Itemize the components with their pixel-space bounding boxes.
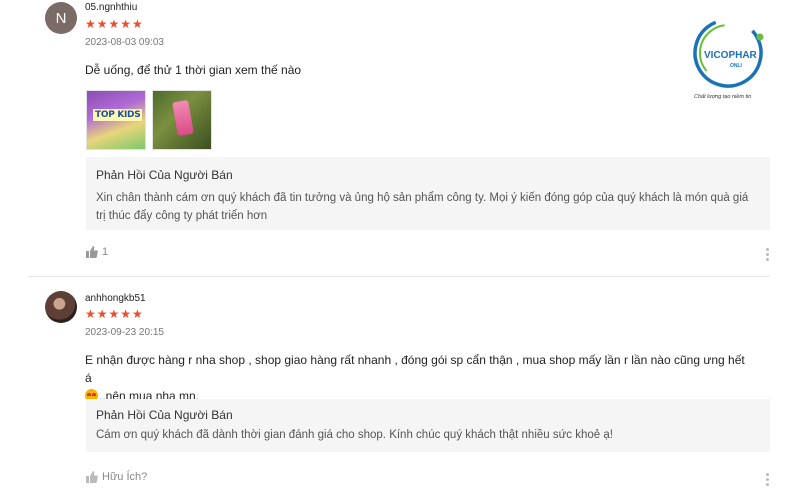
username[interactable]: 05.ngnhthiu bbox=[85, 2, 137, 13]
more-options-icon[interactable] bbox=[764, 247, 770, 262]
review-image[interactable]: TOP KIDS bbox=[86, 90, 146, 150]
reply-title: Phản Hồi Của Người Bán bbox=[96, 408, 233, 422]
product-pack-shape bbox=[172, 99, 194, 137]
avatar[interactable] bbox=[45, 291, 77, 323]
logo-brand: VICOPHAR bbox=[704, 50, 757, 61]
logo-tagline: Chất lượng tạo niềm tin bbox=[694, 94, 752, 100]
thumbs-up-icon bbox=[86, 471, 98, 483]
review-item: N 05.ngnhthiu ★★★★★ 2023-08-03 09:03 Dễ … bbox=[0, 0, 800, 276]
reply-text: Cám ơn quý khách đã dành thời gian đánh … bbox=[96, 429, 613, 441]
image-product-label: TOP KIDS bbox=[93, 109, 143, 121]
like-button[interactable]: Hữu Ích? bbox=[86, 471, 147, 483]
review-content: E nhận được hàng r nha shop , shop giao … bbox=[85, 351, 745, 405]
review-content: Dễ uống, để thử 1 thời gian xem thế nào bbox=[85, 63, 302, 77]
reply-text: Xin chân thành cám ơn quý khách đã tin t… bbox=[96, 192, 749, 222]
more-options-icon[interactable] bbox=[764, 472, 770, 487]
reply-title: Phản Hồi Của Người Bán bbox=[96, 168, 233, 182]
brand-logo: VICOPHAR ONLI Chất lượng tạo niềm tin bbox=[690, 15, 774, 105]
review-datetime: 2023-08-03 09:03 bbox=[85, 37, 164, 48]
review-image[interactable] bbox=[152, 90, 212, 150]
avatar[interactable]: N bbox=[45, 2, 77, 34]
review-datetime: 2023-09-23 20:15 bbox=[85, 327, 164, 338]
like-button[interactable]: 1 bbox=[86, 246, 108, 258]
like-count: 1 bbox=[102, 246, 109, 258]
rating-stars: ★★★★★ bbox=[85, 17, 144, 31]
avatar-letter: N bbox=[55, 9, 67, 27]
thumbs-up-icon bbox=[86, 246, 98, 258]
review-content-line: E nhận được hàng r nha shop , shop giao … bbox=[85, 353, 745, 385]
like-label: Hữu Ích? bbox=[102, 471, 148, 483]
review-item: anhhongkb51 ★★★★★ 2023-09-23 20:15 E nhậ… bbox=[0, 277, 800, 500]
rating-stars: ★★★★★ bbox=[85, 307, 144, 321]
seller-reply: Phản Hồi Của Người Bán Cám ơn quý khách … bbox=[86, 399, 770, 452]
seller-reply: Phản Hồi Của Người Bán Xin chân thành cá… bbox=[86, 157, 770, 230]
review-page: N 05.ngnhthiu ★★★★★ 2023-08-03 09:03 Dễ … bbox=[0, 0, 800, 500]
logo-sub: ONLI bbox=[730, 63, 742, 69]
username[interactable]: anhhongkb51 bbox=[85, 293, 146, 304]
